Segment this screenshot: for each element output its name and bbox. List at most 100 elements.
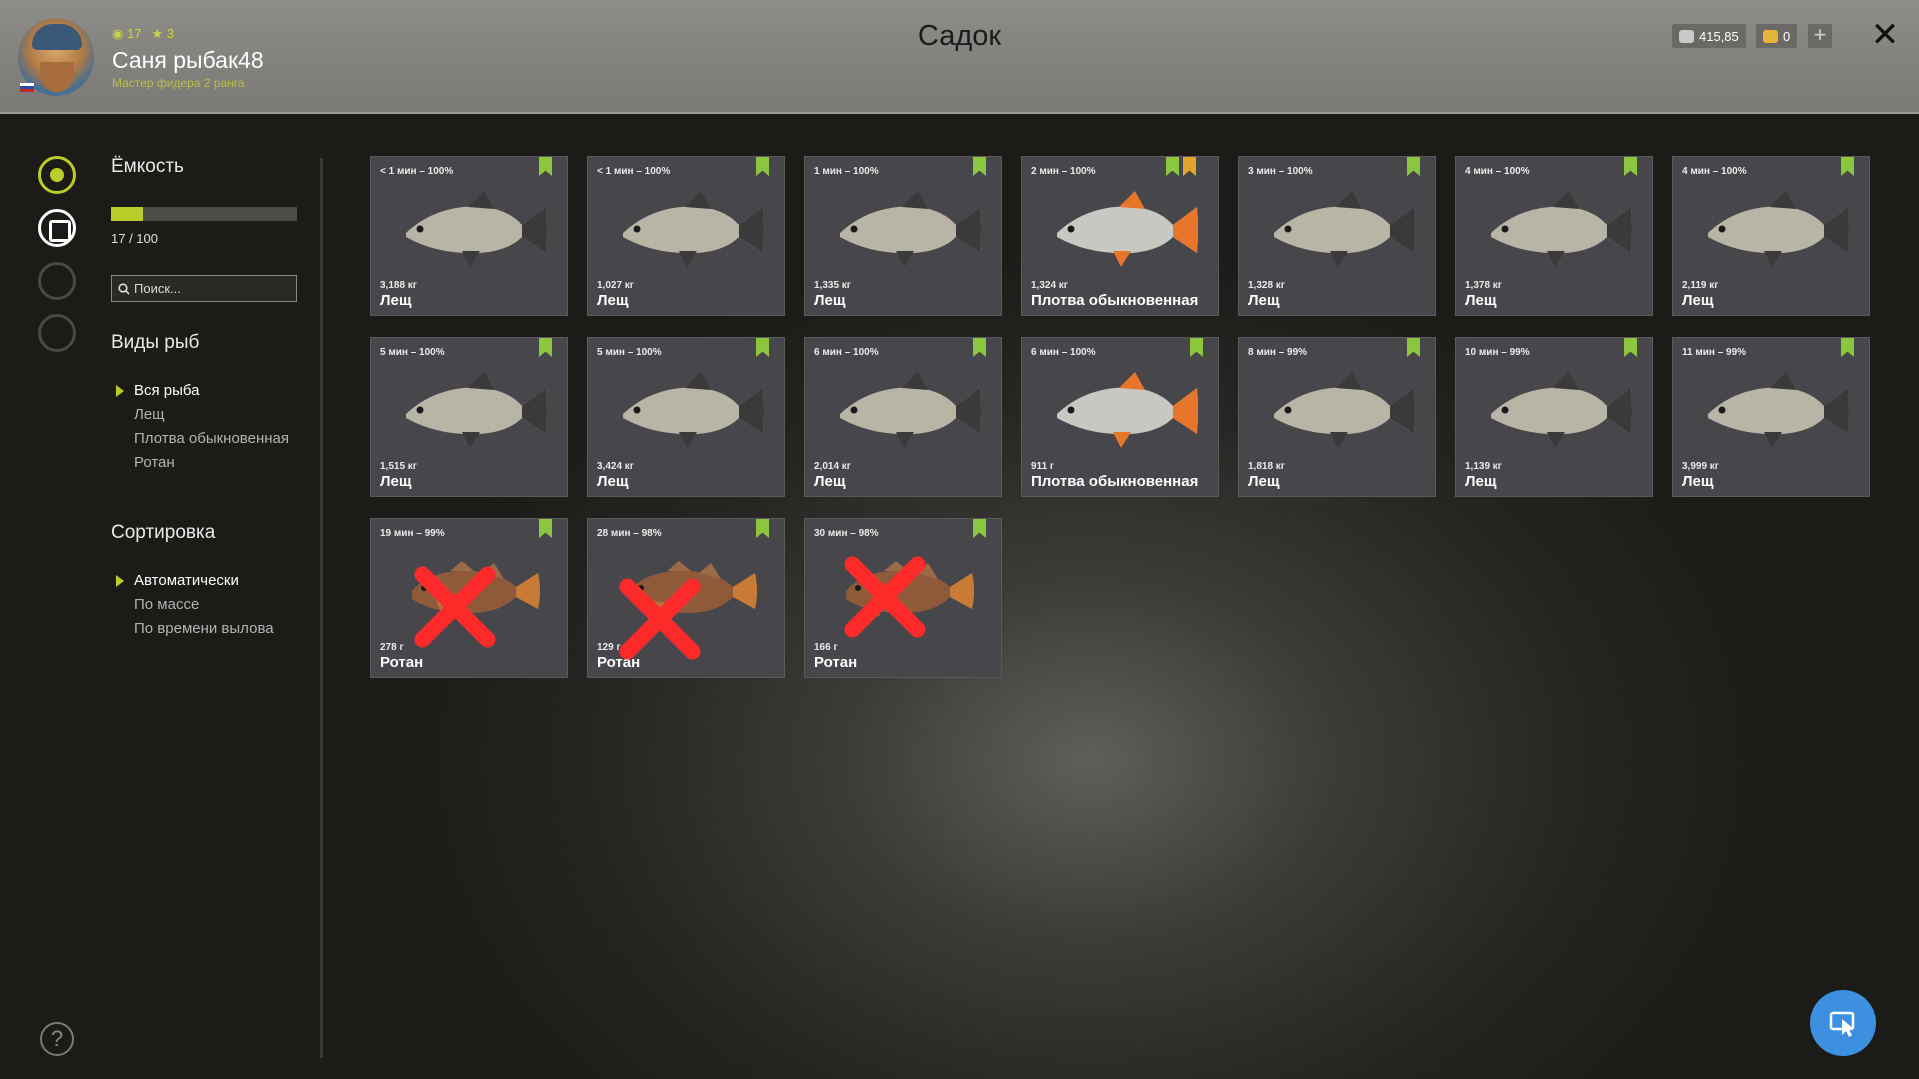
close-button[interactable]: ✕ (1870, 18, 1900, 52)
sort-options-list: Автоматически По массе По времени вылова (116, 573, 314, 645)
gold-balance: 0 (1756, 24, 1798, 48)
fish-card[interactable]: < 1 мин – 100% 3,188 кг Лещ (370, 156, 568, 316)
fish-name: Лещ (597, 292, 629, 309)
species-item-rotan[interactable]: Ротан (134, 455, 314, 471)
keep-bookmark-icon[interactable] (1841, 338, 1854, 357)
catch-time: 6 мин – 100% (1031, 347, 1096, 358)
species-item-bream[interactable]: Лещ (134, 407, 314, 423)
keep-bookmark-icon[interactable] (973, 157, 986, 176)
keep-bookmark-icon[interactable] (539, 157, 552, 176)
fish-name: Лещ (380, 292, 412, 309)
fish-name: Лещ (1465, 473, 1497, 490)
catch-time: 4 мин – 100% (1682, 166, 1747, 177)
keepnet-tab-icon[interactable] (38, 156, 76, 194)
fish-card[interactable]: 28 мин – 98% 129 г Ротан (587, 518, 785, 678)
fish-name: Лещ (1465, 292, 1497, 309)
fish-name: Лещ (1248, 473, 1280, 490)
home-tab-icon (38, 314, 76, 352)
fish-name: Плотва обыкновенная (1031, 473, 1199, 490)
fish-name: Лещ (814, 473, 846, 490)
species-item-all[interactable]: Вся рыба (116, 383, 314, 399)
keep-bookmark-icon[interactable] (756, 519, 769, 538)
fish-weight: 1,027 кг (597, 280, 634, 291)
keep-bookmark-icon[interactable] (1407, 157, 1420, 176)
silver-coin-icon (1679, 29, 1694, 43)
keep-bookmark-icon[interactable] (1407, 338, 1420, 357)
sort-item-weight[interactable]: По массе (134, 597, 314, 613)
release-cross-mark-icon (606, 565, 714, 673)
species-title: Виды рыб (111, 332, 200, 353)
catch-time: 10 мин – 99% (1465, 347, 1530, 358)
fish-weight: 2,119 кг (1682, 280, 1719, 291)
fish-weight: 1,324 кг (1031, 280, 1068, 291)
keep-bookmark-icon[interactable] (756, 338, 769, 357)
trophy-bookmark-icon (1183, 157, 1196, 176)
bream-fish-icon (840, 191, 981, 267)
page-title: Садок (917, 20, 1002, 52)
fish-weight: 1,139 кг (1465, 461, 1502, 472)
release-cross-mark-icon (831, 543, 939, 651)
sort-item-time[interactable]: По времени вылова (134, 621, 314, 637)
bream-fish-icon (623, 191, 764, 267)
keep-bookmark-icon[interactable] (1624, 157, 1637, 176)
bream-fish-icon (1491, 372, 1632, 448)
catch-time: 6 мин – 100% (814, 347, 879, 358)
catch-time: 8 мин – 99% (1248, 347, 1308, 358)
keep-bookmark-icon[interactable] (1190, 338, 1203, 357)
fish-card[interactable]: 11 мин – 99% 3,999 кг Лещ (1672, 337, 1870, 497)
help-button[interactable]: ? (40, 1022, 74, 1056)
search-icon (118, 282, 130, 295)
fish-card[interactable]: 4 мин – 100% 1,378 кг Лещ (1455, 156, 1653, 316)
inventory-tab-icon[interactable] (38, 209, 76, 247)
search-field[interactable] (111, 275, 297, 302)
capacity-progress-bar (111, 207, 297, 221)
fish-name: Лещ (814, 292, 846, 309)
fish-card[interactable]: 30 мин – 98% 166 г Ротан (804, 518, 1002, 678)
add-gold-button[interactable]: + (1808, 24, 1832, 48)
player-rank: Мастер фидера 2 ранга (112, 76, 245, 90)
search-input[interactable] (134, 281, 294, 296)
fish-card[interactable]: 5 мин – 100% 3,424 кг Лещ (587, 337, 785, 497)
fish-name: Ротан (814, 654, 858, 671)
fish-weight: 1,515 кг (380, 461, 417, 472)
fish-card[interactable]: 19 мин – 99% 278 г Ротан (370, 518, 568, 678)
keep-bookmark-icon[interactable] (1624, 338, 1637, 357)
fish-weight: 1,818 кг (1248, 461, 1285, 472)
keep-bookmark-icon[interactable] (539, 519, 552, 538)
fish-card[interactable]: 10 мин – 99% 1,139 кг Лещ (1455, 337, 1653, 497)
fish-weight: 1,328 кг (1248, 280, 1285, 291)
country-flag-icon (20, 83, 34, 92)
fish-card[interactable]: 8 мин – 99% 1,818 кг Лещ (1238, 337, 1436, 497)
keep-bookmark-icon[interactable] (1841, 157, 1854, 176)
panel-divider (320, 158, 323, 1058)
catch-time: 1 мин – 100% (814, 166, 879, 177)
bream-fish-icon (1708, 372, 1849, 448)
bream-fish-icon (1491, 191, 1632, 267)
fish-card[interactable]: 1 мин – 100% 1,335 кг Лещ (804, 156, 1002, 316)
capacity-progress-fill (111, 207, 143, 221)
bream-fish-icon (406, 191, 547, 267)
sort-item-auto[interactable]: Автоматически (116, 573, 314, 589)
keep-bookmark-icon[interactable] (539, 338, 552, 357)
capacity-title: Ёмкость (111, 156, 184, 177)
fish-card[interactable]: 6 мин – 100% 911 г Плотва обыкновенная (1021, 337, 1219, 497)
fish-card[interactable]: 6 мин – 100% 2,014 кг Лещ (804, 337, 1002, 497)
capacity-count: 17 / 100 (111, 231, 158, 246)
cursor-icon (1829, 1011, 1855, 1037)
keep-bookmark-icon[interactable] (973, 519, 986, 538)
fish-name: Лещ (380, 473, 412, 490)
fish-card[interactable]: < 1 мин – 100% 1,027 кг Лещ (587, 156, 785, 316)
fish-card[interactable]: 4 мин – 100% 2,119 кг Лещ (1672, 156, 1870, 316)
bream-fish-icon (1274, 372, 1415, 448)
fish-card[interactable]: 2 мин – 100% 1,324 кг Плотва обыкновенная (1021, 156, 1219, 316)
bream-fish-icon (1274, 191, 1415, 267)
cursor-mode-button[interactable] (1810, 990, 1876, 1056)
bream-fish-icon (840, 372, 981, 448)
keep-bookmark-icon[interactable] (1166, 157, 1179, 176)
fish-name: Лещ (1682, 292, 1714, 309)
species-item-roach[interactable]: Плотва обыкновенная (134, 431, 314, 447)
fish-card[interactable]: 5 мин – 100% 1,515 кг Лещ (370, 337, 568, 497)
fish-card[interactable]: 3 мин – 100% 1,328 кг Лещ (1238, 156, 1436, 316)
keep-bookmark-icon[interactable] (973, 338, 986, 357)
keep-bookmark-icon[interactable] (756, 157, 769, 176)
